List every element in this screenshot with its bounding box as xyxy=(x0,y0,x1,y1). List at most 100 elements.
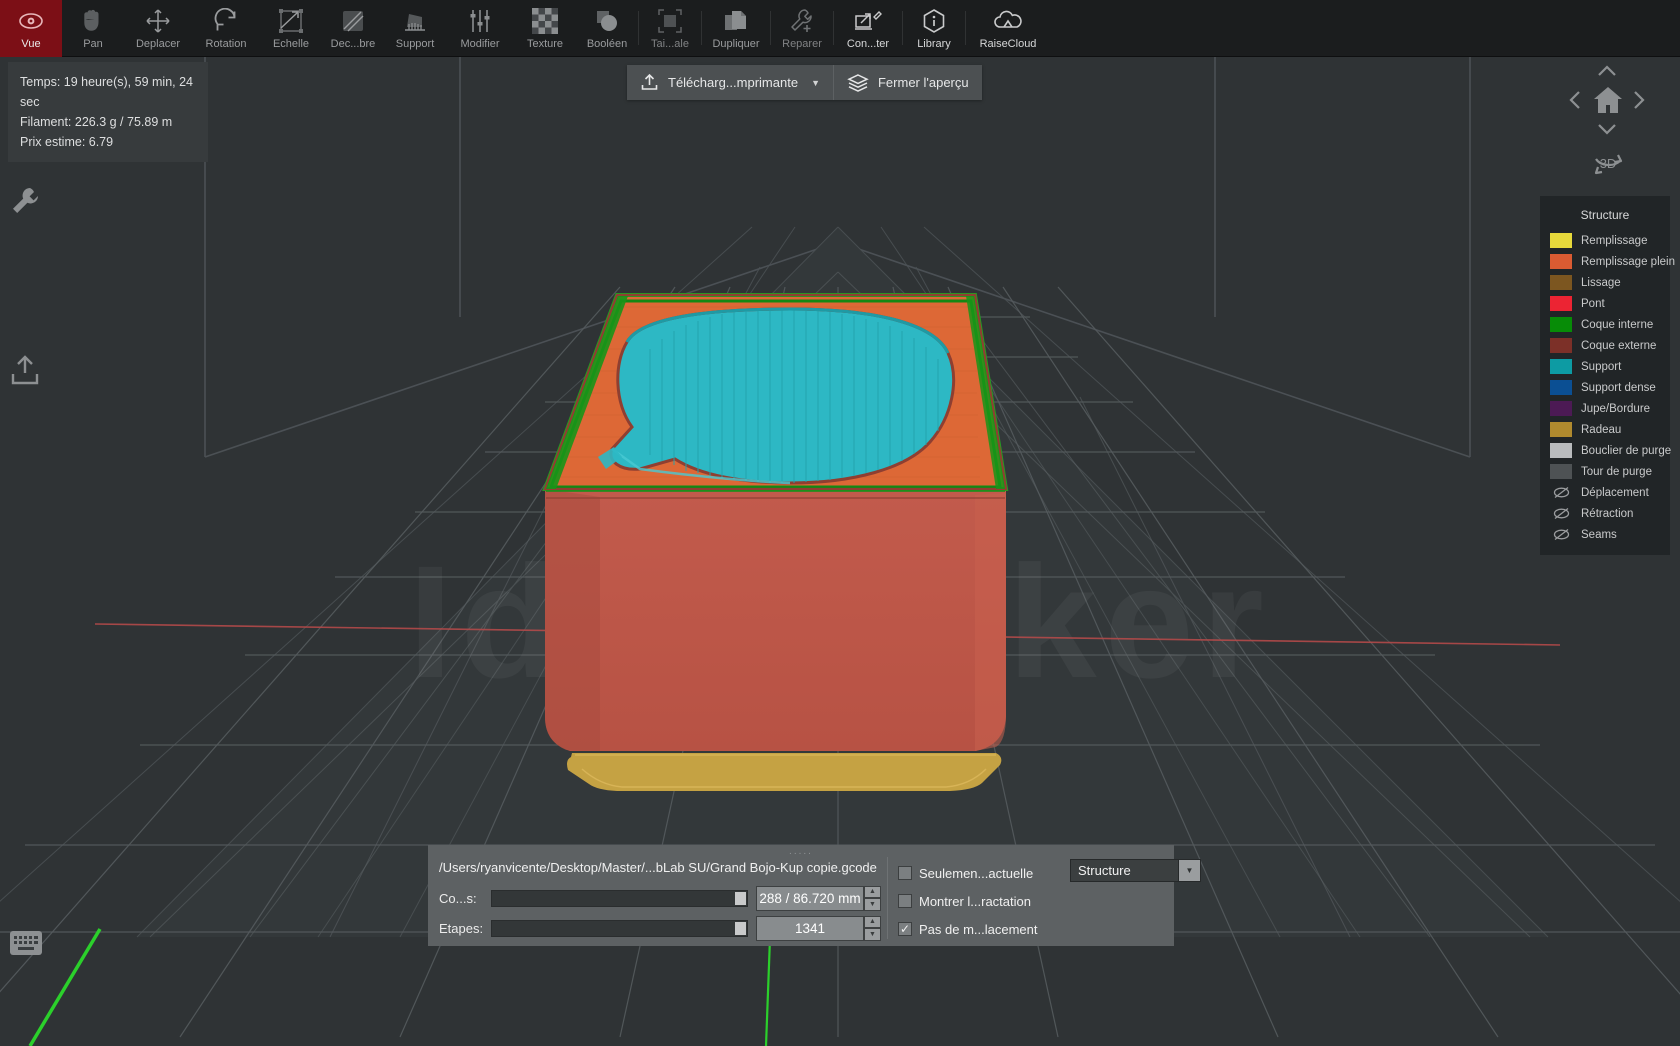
close-preview-button[interactable]: Fermer l'aperçu xyxy=(834,65,982,100)
legend-row-radeau[interactable]: Radeau xyxy=(1540,419,1670,440)
legend-label: Rétraction xyxy=(1581,507,1634,520)
toolbar-label-taille: Tai...ale xyxy=(651,38,689,50)
toolbar-item-modifier[interactable]: Modifier xyxy=(446,0,514,57)
rotate-3d-button[interactable]: 3D xyxy=(1588,146,1628,180)
steps-value[interactable]: 1341 xyxy=(756,915,864,941)
legend-swatch xyxy=(1550,254,1572,269)
legend-label: Lissage xyxy=(1581,276,1621,289)
steps-spin-up[interactable]: ▲ xyxy=(864,915,881,928)
gcode-preview-panel: ..... /Users/ryanvicente/Desktop/Master/… xyxy=(428,845,1201,946)
legend-row-tour-de-purge[interactable]: Tour de purge xyxy=(1540,461,1670,482)
checkbox-box[interactable] xyxy=(898,866,912,880)
checkbox-box[interactable] xyxy=(898,894,912,908)
legend-row-seams[interactable]: Seams xyxy=(1540,524,1670,545)
toolbar-item-taille[interactable]: Tai...ale xyxy=(639,0,701,57)
eye-off-icon xyxy=(1550,507,1572,520)
toolbar-label-connecter: Con...ter xyxy=(846,38,890,50)
legend-row-pont[interactable]: Pont xyxy=(1540,293,1670,314)
layers-stepper: 288 / 86.720 mm ▲ ▼ xyxy=(756,885,881,911)
legend-label: Jupe/Bordure xyxy=(1581,402,1651,415)
duplicate-icon xyxy=(723,7,749,35)
legend-swatch xyxy=(1550,380,1572,395)
support-icon xyxy=(402,7,428,35)
toolbar-item-vue[interactable]: Vue xyxy=(0,0,62,57)
ideamaker-window: Vue Pan Deplacer Rotation Echelle Dec...… xyxy=(0,0,1680,1046)
legend-label: Remplissage xyxy=(1581,234,1648,247)
toolbar-item-dupliquer[interactable]: Dupliquer xyxy=(702,0,770,57)
checkbox-box[interactable]: ✓ xyxy=(898,922,912,936)
toolbar-item-deplacer[interactable]: Deplacer xyxy=(124,0,192,57)
legend-label: Déplacement xyxy=(1581,486,1649,499)
legend-row-remplissage[interactable]: Remplissage xyxy=(1540,230,1670,251)
checkbox-no-travel-moves[interactable]: ✓ Pas de m...lacement xyxy=(898,915,1168,943)
legend-row-coque-interne[interactable]: Coque interne xyxy=(1540,314,1670,335)
import-model-icon[interactable] xyxy=(10,354,40,386)
legend-row-lissage[interactable]: Lissage xyxy=(1540,272,1670,293)
toolbar-item-boolean[interactable]: Booléen xyxy=(576,0,638,57)
legend-title: Structure xyxy=(1580,208,1630,222)
toolbar-item-raisecloud[interactable]: RaiseCloud xyxy=(966,0,1050,57)
legend-label: Pont xyxy=(1581,297,1605,310)
legend-label: Radeau xyxy=(1581,423,1622,436)
legend-swatch xyxy=(1550,443,1572,458)
chevron-down-icon[interactable]: ▼ xyxy=(1178,860,1200,881)
settings-wrench-icon[interactable] xyxy=(10,186,40,216)
legend-row-deplacement[interactable]: Déplacement xyxy=(1540,482,1670,503)
legend-row-retraction[interactable]: Rétraction xyxy=(1540,503,1670,524)
layers-spin-down[interactable]: ▼ xyxy=(864,898,881,911)
hand-icon xyxy=(82,7,104,35)
steps-slider-row: Etapes: 1341 ▲ ▼ xyxy=(439,915,881,941)
nav-up-button[interactable] xyxy=(1595,60,1619,82)
wrench-plus-icon xyxy=(789,7,815,35)
toolbar-item-rotation[interactable]: Rotation xyxy=(192,0,260,57)
toolbar-item-decoupe[interactable]: Dec...bre xyxy=(322,0,384,57)
panel-resize-grip[interactable]: ..... xyxy=(428,847,1174,857)
checkbox-show-retraction[interactable]: Montrer l...ractation xyxy=(898,887,1168,915)
info-time: Temps: 19 heure(s), 59 min, 24 sec xyxy=(20,75,193,109)
legend-label: Coque interne xyxy=(1581,318,1654,331)
toolbar-label-pan: Pan xyxy=(83,38,103,50)
toolbar-item-texture[interactable]: Texture xyxy=(514,0,576,57)
steps-slider[interactable] xyxy=(491,919,748,937)
color-scheme-value: Structure xyxy=(1078,863,1131,878)
chevron-down-icon[interactable]: ▼ xyxy=(811,78,820,88)
steps-spin-down[interactable]: ▼ xyxy=(864,928,881,941)
toolbar-item-support[interactable]: Support xyxy=(384,0,446,57)
panel-vertical-divider xyxy=(887,857,888,939)
toolbar-label-texture: Texture xyxy=(526,38,564,50)
nav-left-button[interactable] xyxy=(1564,88,1586,112)
home-icon[interactable] xyxy=(1590,82,1625,117)
layers-value[interactable]: 288 / 86.720 mm xyxy=(756,885,864,911)
toolbar-label-support: Support xyxy=(395,38,435,50)
toolbar-item-library[interactable]: Library xyxy=(903,0,965,57)
steps-slider-handle[interactable] xyxy=(735,921,746,935)
toolbar-label-library: Library xyxy=(917,38,951,50)
legend-row-support[interactable]: Support xyxy=(1540,356,1670,377)
legend-row-bouclier-de-purge[interactable]: Bouclier de purge xyxy=(1540,440,1672,461)
nav-down-button[interactable] xyxy=(1595,118,1619,140)
nav-right-button[interactable] xyxy=(1628,88,1650,112)
toolbar-label-modifier: Modifier xyxy=(460,38,500,50)
legend-row-jupe-bordure[interactable]: Jupe/Bordure xyxy=(1540,398,1670,419)
toolbar-item-pan[interactable]: Pan xyxy=(62,0,124,57)
legend-row-coque-externe[interactable]: Coque externe xyxy=(1540,335,1670,356)
toolbar-label-rotation: Rotation xyxy=(205,38,247,50)
layers-spin-up[interactable]: ▲ xyxy=(864,885,881,898)
upload-to-printer-button[interactable]: Télécharg...mprimante ▼ xyxy=(627,65,833,100)
info-hex-icon xyxy=(921,7,947,35)
upload-to-printer-label: Télécharg...mprimante xyxy=(668,75,799,90)
toolbar-item-echelle[interactable]: Echelle xyxy=(260,0,322,57)
color-scheme-select[interactable]: Structure ▼ xyxy=(1070,859,1201,882)
cut-icon xyxy=(340,7,366,35)
legend-row-remplissage-plein[interactable]: Remplissage plein xyxy=(1540,251,1675,272)
toolbar-item-reparer[interactable]: Reparer xyxy=(771,0,833,57)
layers-slider[interactable] xyxy=(491,889,748,907)
layers-slider-handle[interactable] xyxy=(735,891,746,905)
checkbox-label: Montrer l...ractation xyxy=(919,893,1031,909)
legend-row-support-dense[interactable]: Support dense xyxy=(1540,377,1670,398)
toolbar-item-connecter[interactable]: Con...ter xyxy=(834,0,902,57)
legend-swatch xyxy=(1550,233,1572,248)
keyboard-shortcuts-icon[interactable] xyxy=(10,931,42,955)
legend-label: Bouclier de purge xyxy=(1581,444,1672,457)
steps-spin-buttons: ▲ ▼ xyxy=(864,915,881,941)
